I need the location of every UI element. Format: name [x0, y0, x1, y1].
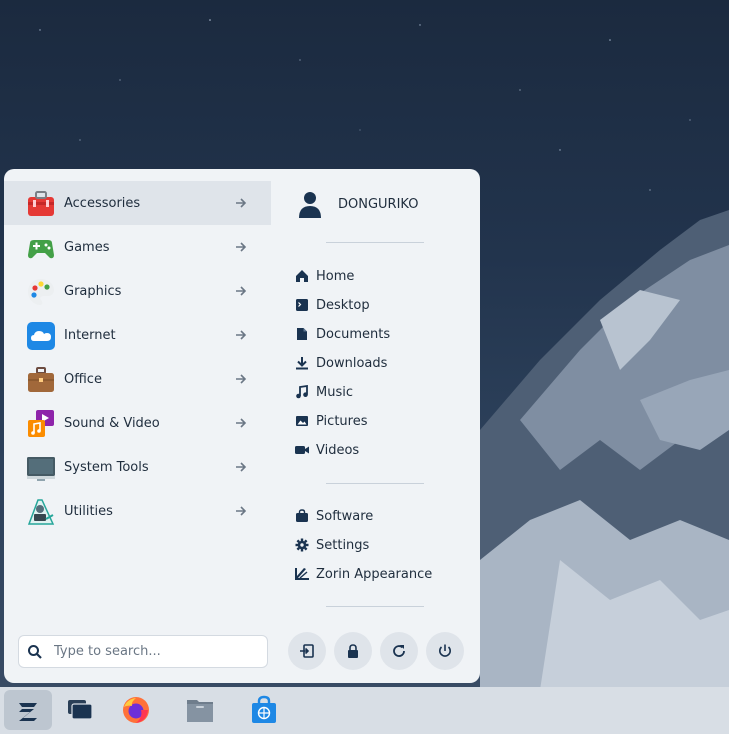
- arrow-right-icon: [236, 462, 247, 472]
- image-icon: [294, 413, 310, 429]
- software-store-icon: [252, 695, 276, 723]
- place-pictures[interactable]: Pictures: [294, 409, 367, 433]
- arrow-right-icon: [236, 286, 247, 296]
- files-icon: [187, 700, 213, 722]
- start-menu: Accessories Games Graphics Internet Offi…: [4, 169, 480, 683]
- music-video-icon: [28, 410, 54, 437]
- category-label: Games: [64, 239, 110, 255]
- category-internet[interactable]: Internet: [4, 313, 271, 357]
- user-avatar-icon: [299, 192, 321, 218]
- search-icon: [28, 644, 42, 659]
- category-list: Accessories Games Graphics Internet Offi…: [4, 181, 271, 533]
- palette-icon: [28, 279, 54, 305]
- place-label: Downloads: [316, 355, 388, 371]
- arrow-right-icon: [236, 374, 247, 384]
- zorin-menu-button[interactable]: [4, 690, 52, 730]
- place-documents[interactable]: Documents: [294, 322, 390, 346]
- restart-button[interactable]: [380, 632, 418, 670]
- home-icon: [294, 268, 310, 284]
- arrow-right-icon: [236, 506, 247, 516]
- category-graphics[interactable]: Graphics: [4, 269, 271, 313]
- firefox-icon: [123, 697, 149, 723]
- place-label: Pictures: [316, 413, 368, 429]
- document-icon: [294, 326, 310, 342]
- power-button[interactable]: [426, 632, 464, 670]
- arrow-right-icon: [236, 330, 247, 340]
- user-account[interactable]: DONGURIKO: [296, 189, 418, 219]
- restart-icon: [393, 645, 405, 657]
- category-sound-video[interactable]: Sound & Video: [4, 401, 271, 445]
- logout-button[interactable]: [288, 632, 326, 670]
- gamepad-icon: [28, 240, 54, 259]
- place-desktop[interactable]: Desktop: [294, 293, 370, 317]
- desktop-icon: [294, 297, 310, 313]
- gear-icon: [294, 537, 310, 553]
- taskbar: [0, 687, 729, 734]
- zorin-menu-icon: [19, 703, 37, 721]
- place-label: Desktop: [316, 297, 370, 313]
- place-label: Settings: [316, 537, 370, 553]
- monitor-icon: [27, 457, 55, 481]
- logout-icon: [300, 644, 314, 658]
- toolbox-icon: [28, 191, 54, 216]
- briefcase-icon: [28, 367, 54, 392]
- lock-icon: [348, 644, 358, 658]
- lock-button[interactable]: [334, 632, 372, 670]
- firefox-button[interactable]: [112, 690, 160, 730]
- place-videos[interactable]: Videos: [294, 438, 359, 462]
- place-home[interactable]: Home: [294, 264, 354, 288]
- category-accessories[interactable]: Accessories: [4, 181, 271, 225]
- category-games[interactable]: Games: [4, 225, 271, 269]
- user-name: DONGURIKO: [338, 196, 419, 212]
- system-zorin-appearance[interactable]: Zorin Appearance: [294, 562, 432, 586]
- utilities-icon: [27, 499, 55, 525]
- search-box[interactable]: [18, 635, 268, 668]
- place-label: Zorin Appearance: [316, 566, 433, 582]
- place-music[interactable]: Music: [294, 380, 353, 404]
- software-store-button[interactable]: [240, 690, 288, 730]
- divider: [326, 483, 424, 484]
- files-button[interactable]: [176, 690, 224, 730]
- category-label: Graphics: [64, 283, 122, 299]
- arrow-right-icon: [236, 198, 247, 208]
- search-input[interactable]: [52, 643, 256, 660]
- system-settings[interactable]: Settings: [294, 533, 369, 557]
- arrow-right-icon: [236, 418, 247, 428]
- workspaces-button[interactable]: [56, 690, 104, 730]
- category-label: System Tools: [64, 459, 149, 475]
- appearance-icon: [294, 566, 310, 582]
- download-icon: [294, 355, 310, 371]
- place-label: Software: [316, 508, 374, 524]
- place-label: Videos: [316, 442, 360, 458]
- workspaces-icon: [68, 700, 93, 720]
- category-utilities[interactable]: Utilities: [4, 489, 271, 533]
- system-software[interactable]: Software: [294, 504, 373, 528]
- category-label: Internet: [64, 327, 116, 343]
- category-label: Accessories: [64, 195, 141, 211]
- place-label: Home: [316, 268, 355, 284]
- category-label: Office: [64, 371, 102, 387]
- arrow-right-icon: [236, 242, 247, 252]
- category-office[interactable]: Office: [4, 357, 271, 401]
- divider: [326, 242, 424, 243]
- divider: [326, 606, 424, 607]
- place-label: Music: [316, 384, 353, 400]
- power-icon: [439, 644, 451, 657]
- category-label: Utilities: [64, 503, 113, 519]
- cloud-icon: [27, 322, 55, 350]
- video-camera-icon: [294, 442, 310, 458]
- place-label: Documents: [316, 326, 391, 342]
- category-label: Sound & Video: [64, 415, 160, 431]
- category-system-tools[interactable]: System Tools: [4, 445, 271, 489]
- place-downloads[interactable]: Downloads: [294, 351, 387, 375]
- shopping-bag-icon: [294, 508, 310, 524]
- music-note-icon: [294, 384, 310, 400]
